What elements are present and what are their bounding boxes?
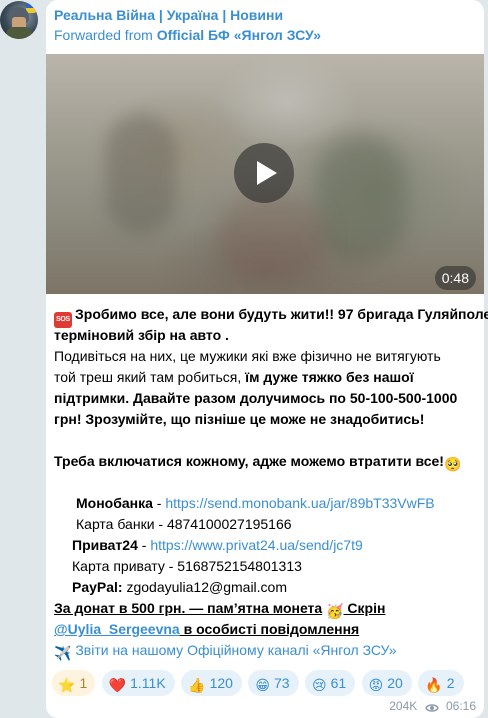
blur-shape (106, 114, 176, 234)
mention-tail: в особисті повідомлення (179, 621, 360, 637)
reaction-count: 20 (387, 675, 403, 691)
reaction-angry[interactable]: 😡 20 (361, 670, 412, 696)
text-line: За донат в 500 грн. — пам’ятна монета 🥳 … (54, 598, 476, 619)
screenshot-text: Скрін (343, 600, 386, 616)
message-meta: 204K 06:16 (389, 699, 476, 716)
avatar-gear (6, 27, 32, 39)
pleading-face-icon: 🥺 (443, 456, 462, 472)
reactions-bar: ⭐ 1 ❤️ 1.11K 👍 120 😁 73 😢 61 😡 20 🔥 2 (52, 670, 466, 696)
donate-offer: За донат в 500 грн. — пам’ятна монета (54, 600, 323, 616)
card-privat: Карта привату - 5168752154801313 (72, 558, 302, 574)
reaction-grin[interactable]: 😁 73 (248, 670, 299, 696)
reports-link[interactable]: Звіти на нашому Офіційному каналі «Янгол… (75, 642, 396, 658)
bold-fragment: грн! Зрозумійте, що пізніше це може не з… (54, 411, 425, 427)
message-bubble: Реальна Війна | Україна | Новини Forward… (46, 0, 488, 718)
text-fragment: той треш який там робиться, (54, 369, 246, 385)
reaction-fire[interactable]: 🔥 2 (418, 670, 464, 696)
separator: - (152, 495, 166, 511)
headline-part-2: терміновий збір на авто . (54, 327, 229, 343)
reaction-count: 1 (79, 675, 88, 691)
headline-part-1: Зробимо все, але вони будуть жити!! 97 б… (75, 306, 488, 322)
play-icon (257, 161, 277, 185)
airplane-icon: ✈️ (54, 645, 72, 661)
message-text: SOS Зробимо все, але вони будуть жити!! 9… (54, 304, 488, 661)
text-line: @Uylia_Sergeevna в особисті повідомлення (54, 619, 476, 640)
video-duration: 0:48 (434, 266, 476, 290)
star-icon: ⭐ (58, 677, 76, 693)
angry-face-icon: 😡 (368, 677, 384, 693)
play-button[interactable] (234, 143, 294, 203)
reaction-count: 2 (446, 675, 455, 691)
bold-fragment: їм дуже тяжко без нашої (245, 369, 414, 385)
forwarded-source[interactable]: Official БФ «Янгол ЗСУ» (157, 27, 321, 43)
text-line: Приват24 - https://www.privat24.ua/send/… (54, 535, 476, 556)
privat-link[interactable]: https://www.privat24.ua/send/jc7t9 (150, 537, 362, 553)
reaction-count: 73 (273, 675, 290, 691)
view-count: 204K (389, 699, 418, 713)
reaction-heart[interactable]: ❤️ 1.11K (101, 670, 175, 696)
text-line: Треба включатися кожному, адже можемо вт… (54, 451, 476, 472)
thumbs-up-icon: 👍 (188, 677, 206, 693)
text-line: підтримки. Давайте разом долучимось по 5… (54, 388, 476, 409)
separator: - (137, 537, 151, 553)
fire-icon: 🔥 (425, 677, 443, 693)
monobank-link[interactable]: https://send.monobank.ua/jar/89bT33VwFB (165, 495, 434, 511)
blur-shape (216, 194, 326, 284)
reaction-count: 120 (209, 675, 233, 691)
text-line: SOS Зробимо все, але вони будуть жити!! 9… (54, 304, 488, 328)
bold-fragment: підтримки. Давайте разом долучимось по 5… (54, 390, 458, 406)
channel-avatar[interactable] (0, 1, 38, 39)
channel-name[interactable]: Реальна Війна | Україна | Новини (54, 7, 283, 23)
message-time: 06:16 (445, 699, 476, 713)
blur-shape (316, 134, 406, 264)
forwarded-prefix: Forwarded from (54, 27, 157, 43)
reaction-cry[interactable]: 😢 61 (305, 670, 356, 696)
reaction-star[interactable]: ⭐ 1 (52, 670, 96, 696)
reaction-count: 1.11K (130, 675, 166, 691)
text-line: ✈️ Звіти на нашому Офіційному каналі «Ян… (54, 640, 476, 661)
text-line: Подивіться на них, це мужики які вже фіз… (54, 348, 441, 364)
privat-label: Приват24 (72, 537, 138, 553)
mention-link[interactable]: @Uylia_Sergeevna (54, 621, 180, 637)
forwarded-header: Forwarded from Official БФ «Янгол ЗСУ» (54, 27, 321, 43)
crying-face-icon: 😢 (312, 677, 327, 693)
call-to-action: Треба включатися кожному, адже можемо вт… (54, 453, 444, 469)
card-bank: Карта банки - 4874100027195166 (76, 516, 292, 532)
grin-icon: 😁 (255, 677, 270, 693)
monobank-label: Монобанка (76, 495, 153, 511)
paypal-email: zgodayulia12@gmail.com (122, 579, 287, 595)
text-line: PayPal: zgodayulia12@gmail.com (54, 577, 476, 598)
paypal-label: PayPal: (72, 579, 123, 595)
reaction-thumbs-up[interactable]: 👍 120 (181, 670, 242, 696)
reaction-count: 61 (330, 675, 347, 691)
text-line: терміновий збір на авто . (54, 325, 476, 346)
text-line: той треш який там робиться, їм дуже тяжк… (54, 367, 476, 388)
video-preview[interactable]: 0:48 (46, 54, 484, 294)
text-line: Монобанка - https://send.monobank.ua/jar… (54, 493, 476, 514)
text-line: грн! Зрозумійте, що пізніше це може не з… (54, 409, 476, 430)
heart-icon: ❤️ (108, 677, 127, 693)
eye-icon (424, 702, 439, 716)
